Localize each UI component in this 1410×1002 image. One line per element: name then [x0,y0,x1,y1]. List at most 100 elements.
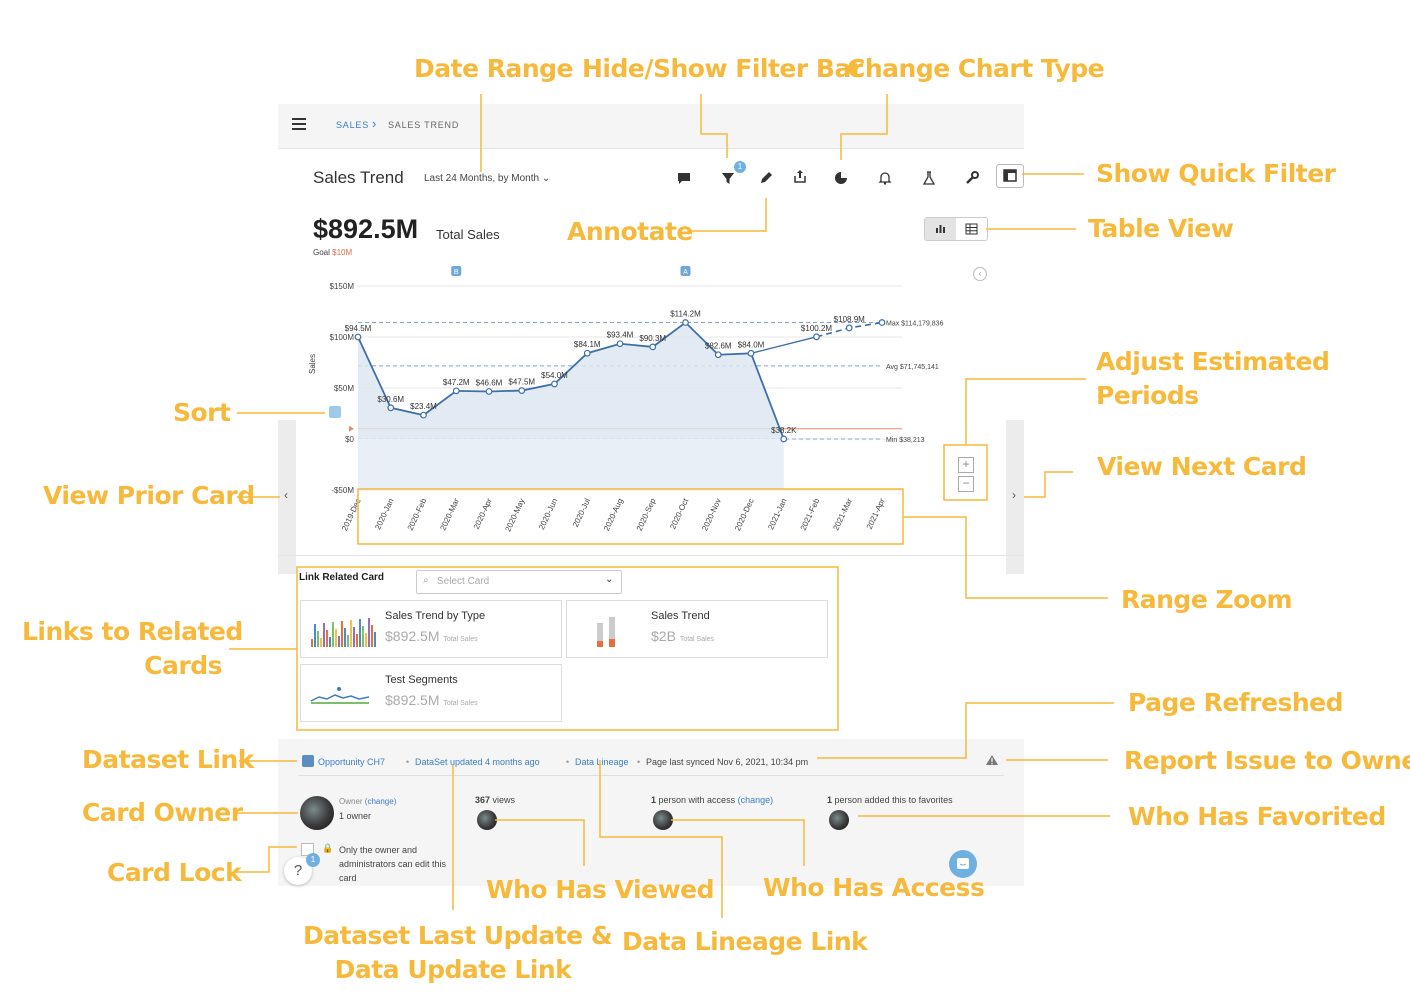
callout-view-prior: View Prior Card [43,481,255,510]
data-label: $90.3M [639,334,666,343]
callout-dataset-update-1: Dataset Last Update & [303,921,613,950]
data-label: $47.2M [443,378,470,387]
data-point [387,404,395,412]
thumbnail-bar [341,621,343,647]
views-number: 367 [475,795,491,805]
next-card-button[interactable]: › [1006,420,1024,574]
add-estimated-period-button[interactable]: + [958,457,974,473]
page-synced-text: Page last synced Nov 6, 2021, 10:34 pm [646,757,809,767]
data-point [682,319,689,326]
pie-chart-icon[interactable] [831,170,851,190]
sort-icon[interactable] [329,406,341,418]
related-card-unit: Total Sales [443,700,478,707]
access-label: person with access [658,795,736,805]
callout-quick-filter: Show Quick Filter [1096,159,1336,188]
related-card-title: Sales Trend [651,610,710,622]
callout-card-lock: Card Lock [107,858,242,887]
goal-value: $10M [332,248,353,257]
filter-icon[interactable] [718,170,738,190]
view-toggle [924,217,988,241]
flask-icon[interactable] [919,170,939,190]
series-area [358,322,784,439]
owner-label-text: Owner [339,797,363,806]
dataset-link[interactable]: Opportunity CH7 [318,757,385,767]
x-tick-label: 2020-Aug [602,497,625,532]
x-tick-label: 2020-Jul [571,497,592,529]
hamburger-menu-icon[interactable] [292,118,306,130]
y-axis-label: Sales [308,353,317,374]
remove-estimated-period-button[interactable]: − [958,476,974,492]
reference-label: Min $38,213 [886,437,925,444]
data-lineage-link[interactable]: Data Lineage [575,757,629,767]
data-label: $84.1M [574,340,601,349]
data-label: $38.2K [771,426,797,435]
comment-icon[interactable] [674,170,694,190]
access-change-link[interactable]: (change) [738,795,774,805]
callout-who-viewed: Who Has Viewed [486,875,715,904]
dataset-updated-link[interactable]: DataSet updated 4 months ago [415,757,540,767]
views-label: views [492,795,516,805]
quick-filter-button[interactable] [996,164,1024,188]
viewer-avatar[interactable] [477,810,497,830]
x-tick-label: 2021-Jan [766,497,788,531]
callout-lineage-link: Data Lineage Link [622,927,868,956]
wrench-icon[interactable] [962,170,982,190]
data-point [878,319,886,326]
data-label: $94.5M [345,324,372,333]
table-view-button[interactable] [956,218,987,240]
prior-card-button[interactable]: ‹ [278,420,296,574]
data-label: $108.9M [834,315,865,324]
chart-view-button[interactable] [925,218,956,240]
card-footer: Opportunity CH7 • DataSet updated 4 mont… [278,739,1024,886]
separator-dot: • [566,757,570,767]
select-placeholder: Select Card [437,576,490,587]
x-tick-label: 2021-Apr [865,497,887,531]
share-icon[interactable] [790,168,810,188]
related-card-sales-trend[interactable]: Sales Trend $2B Total Sales [566,600,828,658]
y-tick-label: $50M [334,384,354,393]
help-badge: 1 [306,853,320,867]
bell-icon[interactable] [875,170,895,190]
divider [278,555,1024,556]
kpi-value: $892.5M [313,214,419,244]
access-text: 1 person with access (change) [651,795,773,805]
x-tick-label: 2020-Apr [472,497,494,531]
thumbnail-bar [332,622,334,647]
related-card-unit: Total Sales [679,636,715,643]
data-label: $114.2M [670,310,701,319]
select-card-dropdown[interactable]: ⌕ Select Card ⌄ [416,570,622,594]
related-card-value-number: $892.5M [385,628,440,644]
callout-view-next: View Next Card [1097,452,1307,481]
x-tick-label: 2020-Dec [733,497,756,532]
separator-dot: • [406,757,410,767]
thumbnail-bar [311,639,313,647]
related-card-test-segments[interactable]: Test Segments $892.5M Total Sales [300,664,562,722]
favorite-avatar[interactable] [829,810,849,830]
x-tick-label: 2020-Sep [635,497,658,533]
breadcrumb-sales[interactable]: SALES [336,120,369,130]
thumbnail-bar [359,619,361,647]
owner-change-link[interactable]: (change) [365,797,397,806]
stacked-bar-thumbnail [311,618,376,647]
x-tick-label: 2021-Feb [799,497,822,532]
warning-icon[interactable] [985,753,999,771]
x-tick-label: 2020-Mar [438,497,461,532]
owner-avatar[interactable] [300,796,334,830]
access-avatar[interactable] [653,810,673,830]
date-range-selector[interactable]: Last 24 Months, by Month ⌄ [424,173,550,184]
collapse-legend-icon[interactable]: ‹ [973,267,987,281]
callout-related-2: Cards [144,651,222,680]
dataset-icon [302,755,314,767]
thumbnail-bar [362,626,364,647]
pencil-icon[interactable] [756,170,776,190]
data-point [714,351,722,359]
thumbnail-bar [320,638,322,647]
related-card-value: $892.5M Total Sales [385,692,478,708]
x-tick-label: 2019-Dec [340,497,363,532]
related-card-sales-trend-by-type[interactable]: Sales Trend by Type $892.5M Total Sales [300,600,562,658]
thumbnail-bar [365,633,367,647]
data-label: $84.0M [738,340,765,349]
related-card-value: $892.5M Total Sales [385,628,478,644]
thumbnail-bar [353,627,355,647]
table-icon [965,223,978,235]
